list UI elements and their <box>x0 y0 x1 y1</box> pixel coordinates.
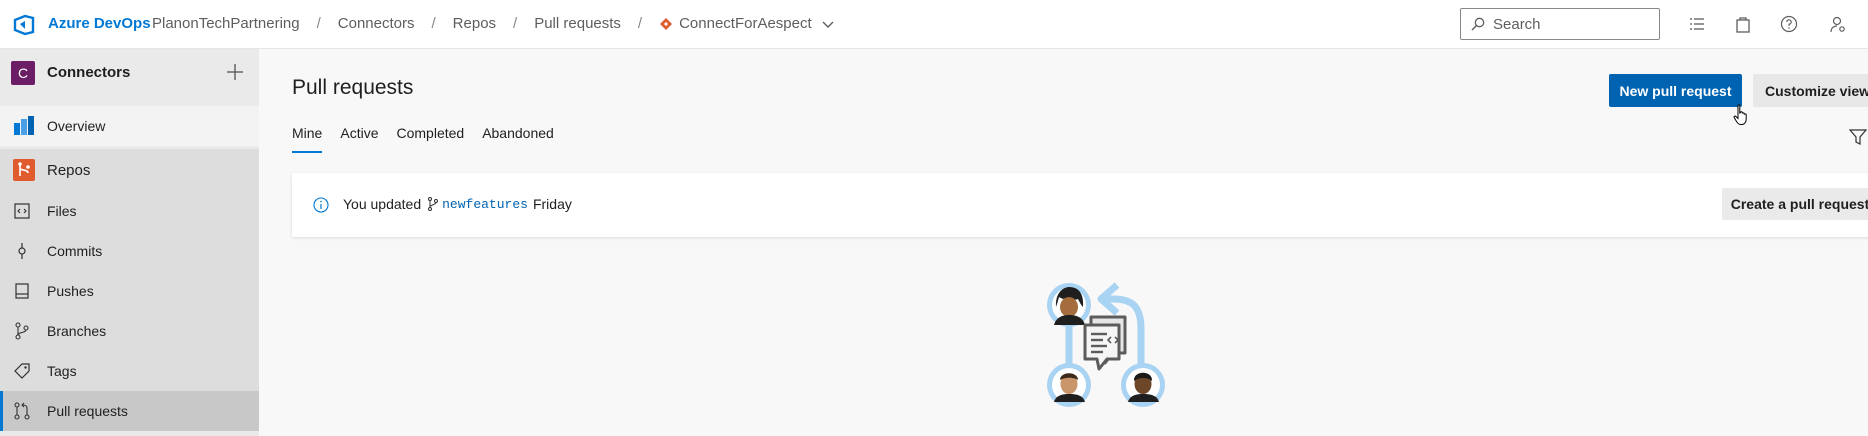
pr-filter-tabs: Mine Active Completed Abandoned <box>292 125 572 153</box>
marketplace-bag-icon[interactable] <box>1734 15 1752 33</box>
task-list-icon[interactable] <box>1688 15 1706 33</box>
pull-request-illustration <box>1047 282 1165 407</box>
sidebar-item-label: Branches <box>47 323 107 339</box>
breadcrumb-organization[interactable]: PlanonTechPartnering <box>152 15 300 32</box>
search-input[interactable]: Search <box>1460 8 1660 40</box>
sidebar-item-label: Pull requests <box>47 403 128 419</box>
breadcrumb-separator: / <box>431 15 436 32</box>
banner-prefix: You updated <box>343 196 422 212</box>
sidebar-item-tags[interactable]: Tags <box>0 351 259 391</box>
breadcrumb: PlanonTechPartnering / Connectors / Repo… <box>152 15 834 32</box>
sidebar-item-pushes[interactable]: Pushes <box>0 271 259 311</box>
chevron-down-icon[interactable] <box>822 18 834 30</box>
search-placeholder: Search <box>1493 15 1541 33</box>
sidebar-item-label: Commits <box>47 243 103 259</box>
repos-icon <box>13 159 35 181</box>
search-icon <box>1471 17 1485 31</box>
pull-requests-icon <box>13 402 31 420</box>
tab-active[interactable]: Active <box>340 125 378 153</box>
branch-icon <box>428 197 439 211</box>
breadcrumb-separator: / <box>513 15 518 32</box>
sidebar-item-label: Files <box>47 203 77 219</box>
azure-devops-logo-icon[interactable] <box>13 14 35 36</box>
banner-message: You updated newfeatures Friday <box>343 196 572 212</box>
files-icon <box>13 202 31 220</box>
pushes-icon <box>13 282 31 300</box>
tab-abandoned[interactable]: Abandoned <box>482 125 554 153</box>
plus-icon[interactable] <box>224 61 246 83</box>
overview-icon <box>13 115 35 137</box>
create-pull-request-button[interactable]: Create a pull request <box>1722 188 1868 220</box>
info-banner: You updated newfeatures Friday Create a … <box>292 173 1868 237</box>
breadcrumb-repo-name[interactable]: ConnectForAespect <box>679 15 812 32</box>
help-icon[interactable] <box>1780 15 1798 33</box>
project-name[interactable]: Connectors <box>47 64 130 81</box>
breadcrumb-project[interactable]: Connectors <box>338 15 415 32</box>
breadcrumb-separator: / <box>637 15 643 32</box>
breadcrumb-separator: / <box>316 15 321 32</box>
commits-icon <box>13 242 31 260</box>
sidebar-item-label: Tags <box>47 363 77 379</box>
git-repo-icon <box>660 17 673 30</box>
brand-name[interactable]: Azure DevOps <box>48 15 151 32</box>
user-settings-icon[interactable] <box>1829 15 1847 33</box>
tags-icon <box>13 362 31 380</box>
sidebar-item-pull-requests[interactable]: Pull requests <box>0 391 259 431</box>
info-icon <box>313 197 329 213</box>
branch-name-link[interactable]: newfeatures <box>442 197 528 212</box>
page-title: Pull requests <box>292 76 414 99</box>
top-bar: Azure DevOps PlanonTechPartnering / Conn… <box>0 0 1868 49</box>
sidebar-item-label: Pushes <box>47 283 94 299</box>
breadcrumb-pull-requests[interactable]: Pull requests <box>534 15 621 32</box>
sidebar-item-label: Repos <box>47 161 91 179</box>
branches-icon <box>13 322 31 340</box>
new-pull-request-button[interactable]: New pull request <box>1609 74 1742 107</box>
main-content: Pull requests New pull request Customize… <box>259 49 1868 436</box>
tab-completed[interactable]: Completed <box>396 125 464 153</box>
sidebar: C Connectors Overview Repos Files Commit… <box>0 49 259 436</box>
project-avatar: C <box>11 61 35 85</box>
customize-view-button[interactable]: Customize view <box>1753 74 1868 107</box>
sidebar-item-branches[interactable]: Branches <box>0 311 259 351</box>
sidebar-item-label: Overview <box>47 118 106 134</box>
sidebar-item-files[interactable]: Files <box>0 191 259 231</box>
sidebar-item-repos[interactable]: Repos <box>0 149 259 191</box>
breadcrumb-repos[interactable]: Repos <box>453 15 496 32</box>
project-header[interactable]: C Connectors <box>0 49 259 97</box>
banner-suffix: Friday <box>532 196 572 212</box>
tab-mine[interactable]: Mine <box>292 125 323 153</box>
sidebar-item-commits[interactable]: Commits <box>0 231 259 271</box>
mouse-cursor-hand-icon <box>1733 104 1747 125</box>
filter-icon[interactable] <box>1849 128 1867 146</box>
sidebar-item-overview[interactable]: Overview <box>0 106 259 146</box>
